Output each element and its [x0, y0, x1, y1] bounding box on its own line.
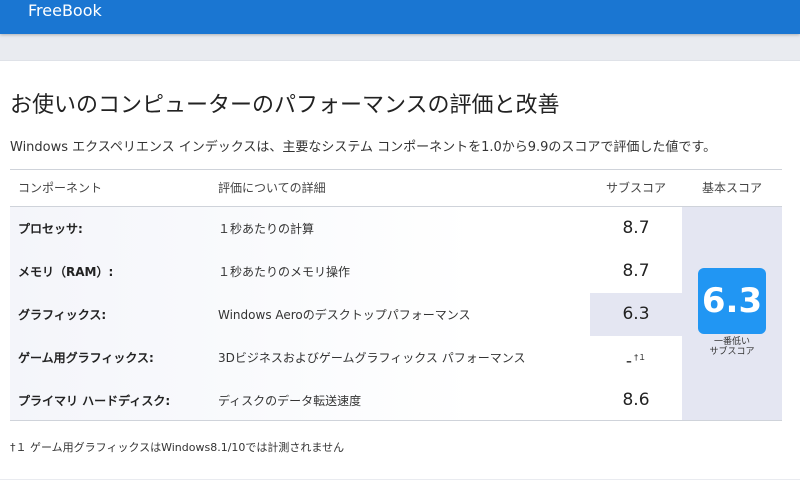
row-subscore: 8.7 [590, 250, 682, 293]
base-caption-line1: 一番低い [713, 337, 750, 347]
row-subscore: - †１ [590, 336, 682, 379]
row-subscore-value: 8.7 [622, 218, 650, 238]
page-subtitle: Windows エクスペリエンス インデックスは、主要なシステム コンポーネント… [10, 140, 717, 155]
row-component: プライマリ ハードディスク: [18, 394, 171, 408]
row-subscore-value: - [625, 351, 633, 372]
row-detail: １秒あたりのメモリ操作 [218, 265, 351, 279]
base-caption-line2: サブスコア [709, 347, 755, 357]
base-score-badge: 6.3 [698, 268, 766, 334]
table-row: メモリ（RAM）: １秒あたりのメモリ操作 8.7 [10, 250, 782, 293]
row-subscore-value: 6.3 [622, 304, 650, 324]
row-subscore-lowest: 6.3 [590, 293, 682, 336]
row-detail: Windows Aeroのデスクトップパフォーマンス [218, 308, 471, 322]
column-header-subscore: サブスコア [606, 181, 667, 195]
row-subscore-value: 8.7 [622, 261, 650, 281]
base-score-caption: 一番低い サブスコア [682, 337, 782, 357]
row-component: メモリ（RAM）: [18, 265, 114, 279]
table-bottom-divider [10, 420, 782, 421]
app-header: FreeBook [0, 0, 800, 34]
row-detail: ディスクのデータ転送速度 [218, 394, 362, 408]
table-row: プライマリ ハードディスク: ディスクのデータ転送速度 8.6 [10, 379, 782, 422]
row-detail: １秒あたりの計算 [218, 222, 315, 236]
row-subscore-value: 8.6 [622, 390, 650, 410]
table-top-divider [10, 169, 782, 170]
table-row: グラフィックス: Windows Aeroのデスクトップパフォーマンス 6.3 [10, 293, 782, 336]
page-title: お使いのコンピューターのパフォーマンスの評価と改善 [10, 93, 560, 118]
table-row: プロセッサ: １秒あたりの計算 8.7 [10, 207, 782, 250]
row-subscore: 8.6 [590, 379, 682, 422]
table-row: ゲーム用グラフィックス: 3Dビジネスおよびゲームグラフィックス パフォーマンス… [10, 336, 782, 379]
row-component: ゲーム用グラフィックス: [18, 351, 154, 365]
row-subscore: 8.7 [590, 207, 682, 250]
column-header-detail: 評価についての詳細 [218, 181, 326, 195]
footnote: †１ ゲーム用グラフィックスはWindows8.1/10では計測されません [10, 441, 345, 454]
row-component: プロセッサ: [18, 222, 83, 236]
row-component: グラフィックス: [18, 308, 107, 322]
footnote-marker: †１ [634, 353, 647, 362]
app-title[interactable]: FreeBook [28, 0, 102, 22]
column-header-basescore: 基本スコア [702, 181, 763, 195]
content-card: お使いのコンピューターのパフォーマンスの評価と改善 Windows エクスペリエ… [0, 60, 800, 479]
column-header-component: コンポーネント [18, 181, 103, 195]
row-detail: 3Dビジネスおよびゲームグラフィックス パフォーマンス [218, 351, 526, 365]
